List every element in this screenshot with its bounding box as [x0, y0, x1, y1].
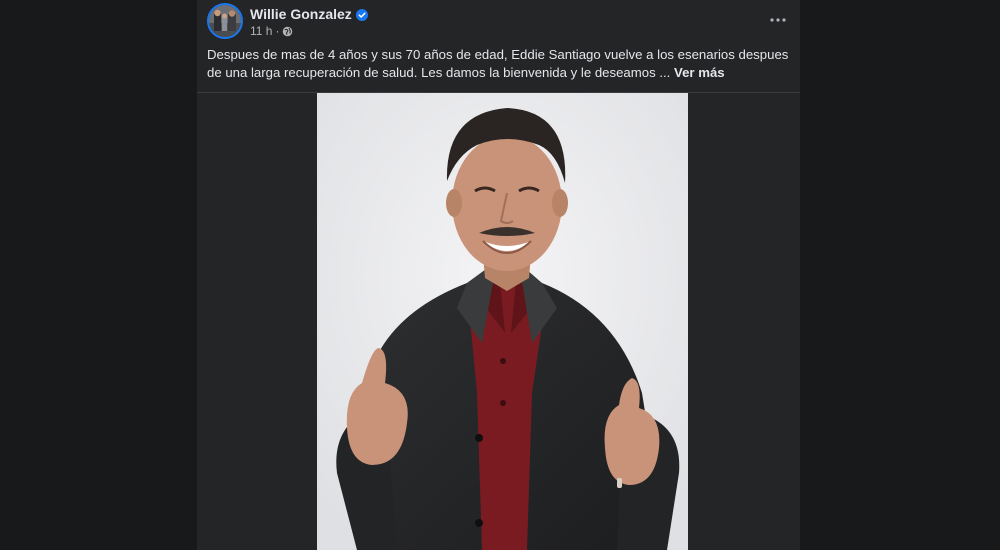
post-meta: 11 h ·: [250, 24, 293, 38]
author-row: Willie Gonzalez: [250, 5, 368, 23]
more-options-icon: [770, 18, 786, 22]
post-header: Willie Gonzalez 11 h ·: [197, 0, 800, 44]
feed-page: Willie Gonzalez 11 h · Despues de mas de…: [0, 0, 1000, 550]
avatar-image: [209, 5, 241, 37]
more-options-button[interactable]: [764, 6, 792, 34]
see-more-link[interactable]: Ver más: [674, 65, 725, 80]
verified-badge-icon: [355, 8, 368, 21]
post-timestamp[interactable]: 11 h: [250, 24, 272, 38]
author-name[interactable]: Willie Gonzalez: [250, 6, 352, 22]
author-avatar[interactable]: [207, 3, 243, 39]
post-ellipsis: ...: [659, 65, 671, 80]
photo-illustration: [317, 93, 688, 550]
post-text: Despues de mas de 4 años y sus 70 años d…: [207, 46, 792, 82]
globe-icon[interactable]: [282, 26, 293, 37]
post-photo[interactable]: [317, 93, 688, 550]
meta-separator: ·: [275, 24, 280, 38]
